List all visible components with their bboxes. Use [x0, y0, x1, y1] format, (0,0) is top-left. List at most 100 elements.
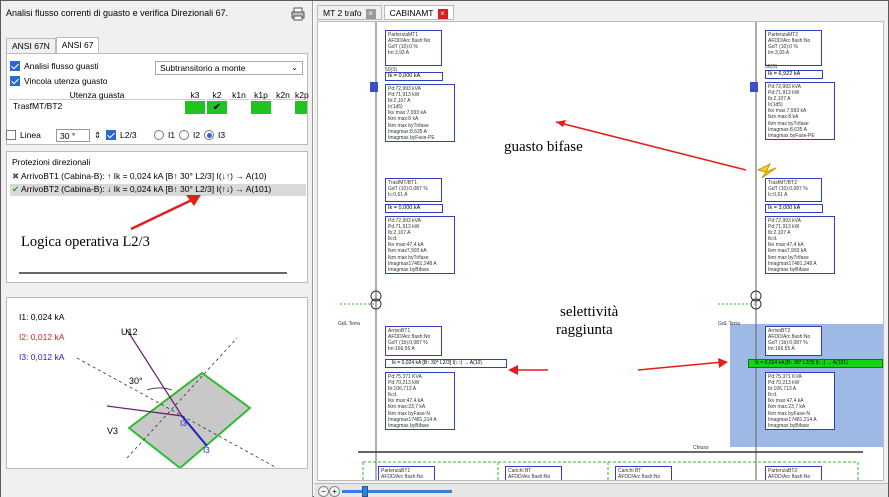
- chiuso-label: Chiuso: [693, 445, 709, 451]
- grid-row-name: TrasfMT/BT2: [13, 101, 63, 111]
- grid-cell-k2-selected[interactable]: ✔: [207, 101, 227, 114]
- grid-cell-k3[interactable]: [185, 101, 205, 114]
- i3-mid-text: I3: [180, 419, 187, 428]
- partenza-bt2-box[interactable]: PartenzaBT2 AFDD/Arc flash:No: [765, 466, 822, 480]
- partenza-bt1-box[interactable]: PartenzaBT1 AFDD/Arc flash:No: [378, 466, 435, 480]
- vincola-checkbox[interactable]: [10, 76, 20, 86]
- gdl-terra-label: GdL Terra: [718, 321, 740, 327]
- ik-mid-1: Ik = 0,000 kA: [385, 204, 443, 213]
- print-icon[interactable]: [291, 7, 305, 21]
- vincola-label: Vincola utenza guasto: [24, 76, 108, 86]
- protections-title: Protezioni direzionali: [12, 157, 91, 167]
- transitorio-select[interactable]: Subtransitorio a monte ⌄: [155, 61, 303, 75]
- linea-label: Linea: [20, 130, 41, 140]
- radio-i2[interactable]: [179, 130, 189, 140]
- u12-text: U12: [121, 327, 138, 337]
- radio-i3[interactable]: [204, 130, 214, 140]
- linea-checkbox[interactable]: [6, 130, 16, 140]
- tab-label: CABINAMT: [389, 8, 434, 18]
- grid-header-k1p: k1p: [251, 90, 271, 100]
- divider: [19, 272, 287, 274]
- pd-box-2[interactable]: Pd:72,993 kVA Pd:71,913 kW Ib:2,107 A Ir…: [765, 82, 835, 140]
- vector-diagram: U12 V3 30° I3 I3: [76, 327, 278, 468]
- arrow-head: [718, 358, 728, 368]
- single-line-diagram[interactable]: PartenzaMT1 AFDD/Arc flash:No GdT (10):0…: [317, 21, 884, 481]
- radio-i2-label: I2: [193, 130, 201, 140]
- ik-mid-2: Ik = 3,000 kA: [765, 204, 823, 213]
- diagram-panel: MT 2 trafo × CABINAMT × PartenzaMT1 AFDD…: [314, 1, 888, 497]
- trasf-2-box[interactable]: TrasfMT/BT2 GdT (10):0,087 % Ic:0,61 A: [765, 178, 822, 202]
- angle-spin-icon[interactable]: ⇕: [94, 130, 101, 141]
- l23-label: L2/3: [120, 130, 137, 140]
- protection-item-text: ArrivoBT1 (Cabina-B): ↑ Ik = 0,024 kA [B…: [21, 171, 267, 181]
- radio-i1-label: I1: [168, 130, 176, 140]
- grid-header-k2: k2: [207, 90, 227, 100]
- panel-title: Analisi flusso correnti di guasto e veri…: [6, 8, 229, 18]
- partenza-mt2-box[interactable]: PartenzaMT2 AFDD/Arc flash:No GdT (10):0…: [765, 30, 822, 66]
- analisi-row: Analisi flusso guasti: [10, 61, 99, 71]
- grid-cell-k2p[interactable]: [295, 101, 307, 114]
- ik-top-1: Ik = 0,000 kA: [385, 72, 443, 81]
- tab-cabinamt[interactable]: CABINAMT ×: [383, 5, 454, 20]
- pd-box-6[interactable]: Pd:75,371 KVA Pd:70,213 kW Ib:106,713 A …: [765, 372, 835, 430]
- raggiunta-annotation: raggiunta: [556, 322, 613, 338]
- angle-input[interactable]: 30 °: [56, 129, 90, 142]
- grid-header-utenza: Utenza guasta: [9, 90, 185, 100]
- guasto-annotation: guasto bifase: [504, 139, 583, 155]
- u12-vector: [126, 329, 183, 417]
- close-icon[interactable]: ×: [437, 8, 448, 19]
- angle-arc: [146, 387, 173, 391]
- grid-cell-k1n[interactable]: [229, 101, 249, 114]
- arrow-head: [556, 120, 566, 127]
- grid-header-k2p: k2p: [295, 90, 309, 100]
- carichi-bt-box[interactable]: Carichi BT AFDD/Arc flash:No: [615, 466, 672, 480]
- check-icon: ✔: [12, 184, 20, 194]
- tab-ansi-67[interactable]: ANSI 67: [55, 37, 100, 53]
- line-controls: Linea 30 ° ⇕ L2/3 I1 I2 I3: [6, 129, 306, 143]
- arrow-head: [508, 365, 518, 375]
- grid-cell-k1p[interactable]: [251, 101, 271, 114]
- pd-box-4[interactable]: Pd:72,993 kVA Pd:71,913 kW Ib:2,107 A Ik…: [765, 216, 835, 274]
- zoom-out-icon[interactable]: −: [318, 486, 329, 497]
- grid-header-k1n: k1n: [229, 90, 249, 100]
- lightning-icon: [756, 162, 777, 179]
- cross-icon: ✖: [12, 171, 20, 181]
- chevron-down-icon: ⌄: [291, 63, 298, 72]
- radio-i3-label: I3: [218, 130, 226, 140]
- fault-analysis-panel: Analisi flusso correnti di guasto e veri…: [1, 1, 313, 497]
- pd-box-1[interactable]: Pd:72,993 kVA Pd:71,913 kW Ib:2,107 A Ir…: [385, 84, 455, 142]
- diagram-tabs: MT 2 trafo × CABINAMT ×: [317, 5, 456, 20]
- l23-checkbox[interactable]: [106, 130, 116, 140]
- zoom-in-icon[interactable]: +: [329, 486, 340, 497]
- tab-label: MT 2 trafo: [323, 8, 362, 18]
- arrow-selettivita-right: [637, 361, 724, 371]
- ik-top-2: Ik = 6,922 kA: [765, 70, 823, 79]
- bar-arrivo-1: Ik = 0,024 kA [B↑ 30° L2/3] I(↓↑) → A(10…: [385, 359, 507, 368]
- partenza-mt1-box[interactable]: PartenzaMT1 AFDD/Arc flash:No GdT (10):0…: [385, 30, 442, 66]
- trasf-1-box[interactable]: TrasfMT/BT1 GdT (10):0,087 % Ic:0,61 A: [385, 178, 442, 202]
- tab-ansi-67n[interactable]: ANSI 67N: [6, 38, 56, 53]
- carichi-bt-box[interactable]: Carichi BT AFDD/Arc flash:No: [505, 466, 562, 480]
- radio-i1[interactable]: [154, 130, 164, 140]
- zoom-thumb[interactable]: [362, 486, 368, 497]
- protection-item-text: ArrivoBT2 (Cabina-B): ↓ Ik = 0,024 kA [B…: [21, 184, 272, 194]
- i3-end-text: I3: [203, 446, 210, 455]
- grid-cell-k2n[interactable]: [273, 101, 293, 114]
- close-icon[interactable]: ×: [365, 8, 376, 19]
- vector-diagram-panel: I1: 0,024 kA I2: 0,012 kA I3: 0,012 kA U…: [6, 297, 308, 469]
- zoom-bar: − +: [314, 483, 888, 497]
- analisi-checkbox[interactable]: [10, 61, 20, 71]
- arrivo-bt1-box[interactable]: ArrivoBT1 AFDD/Arc flash:No GdT (1b):0,0…: [385, 326, 442, 356]
- pd-box-3[interactable]: Pd:72,993 kVA Pd:71,913 kW Ib:2,107 A Ik…: [385, 216, 455, 274]
- tab-mt2trafo[interactable]: MT 2 trafo ×: [317, 5, 382, 20]
- zoom-track[interactable]: [342, 490, 452, 493]
- arrivo-bt2-box[interactable]: ArrivoBT2 AFDD/Arc flash:No GdT (1b):0,0…: [765, 326, 822, 356]
- protection-item-selected[interactable]: ✔ ArrivoBT2 (Cabina-B): ↓ Ik = 0,024 kA …: [10, 184, 306, 196]
- protections-panel: Protezioni direzionali ✖ ArrivoBT1 (Cabi…: [6, 151, 308, 283]
- v3-text: V3: [107, 426, 118, 436]
- app-window: Analisi flusso correnti di guasto e veri…: [0, 0, 889, 497]
- relay-icon: [750, 82, 758, 92]
- pd-box-5[interactable]: Pd:75,371 KVA Pd:70,213 kW Ib:106,713 A …: [385, 372, 455, 430]
- protection-item[interactable]: ✖ ArrivoBT1 (Cabina-B): ↑ Ik = 0,024 kA …: [10, 171, 306, 183]
- grid-header-k2n: k2n: [273, 90, 293, 100]
